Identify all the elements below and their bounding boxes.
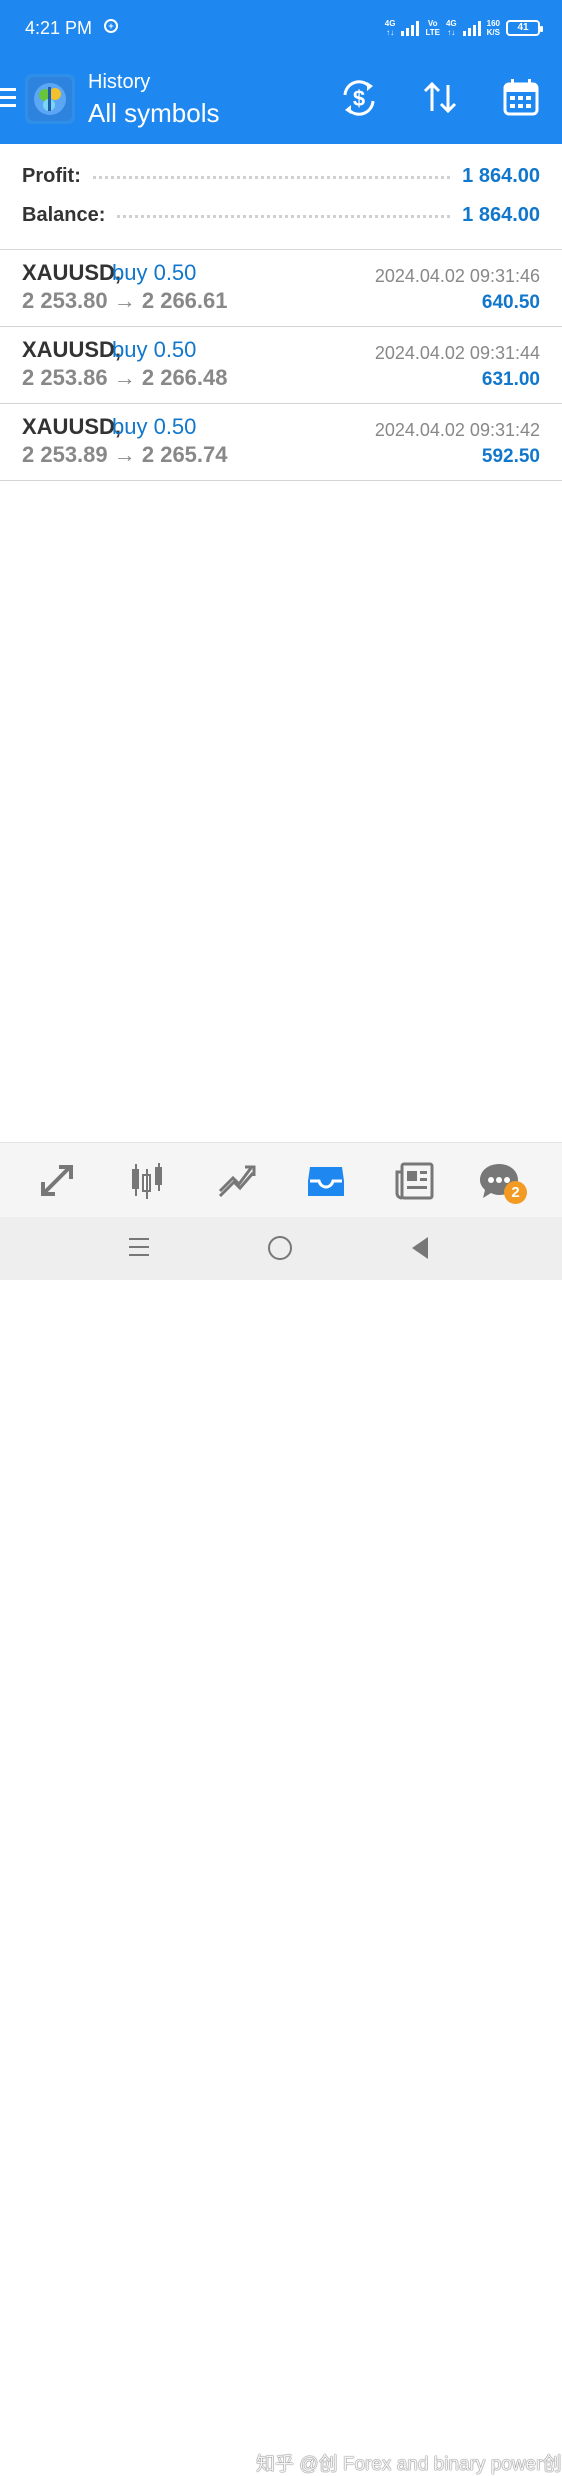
trade-side: buy 0.50 (112, 414, 197, 439)
trade-row[interactable]: XAUUSD, buy 0.50 2 253.80 → 2 266.61 202… (0, 250, 562, 327)
profit-label: Profit: (22, 164, 81, 187)
trade-icon[interactable] (212, 1156, 262, 1206)
news-icon[interactable] (391, 1156, 441, 1206)
chat-badge: 2 (504, 1181, 527, 1204)
calendar-icon[interactable] (498, 75, 544, 121)
quotes-icon[interactable] (32, 1156, 82, 1206)
volte-indicator: Vo LTE (425, 19, 440, 37)
sort-icon[interactable] (417, 75, 463, 121)
speed-indicator: 160 K/S (486, 19, 500, 37)
trade-side: buy 0.50 (112, 337, 197, 362)
trade-profit: 592.50 (481, 446, 540, 467)
status-time: 4:21 PM (25, 18, 93, 38)
network-indicator-1: 4G ↑↓ (384, 19, 396, 37)
currency-exchange-icon[interactable]: $ (336, 75, 382, 121)
signal-bars-2-icon (462, 20, 481, 36)
balance-value: 1 864.00 (462, 203, 540, 226)
status-indicators: 4G ↑↓ Vo LTE 4G ↑↓ 160 K/S 41 (384, 14, 543, 42)
back-icon[interactable] (412, 1237, 428, 1259)
account-summary: Profit: 1 864.00 Balance: 1 864.00 (0, 144, 562, 250)
bottom-navigation: 2 (0, 1142, 562, 1217)
trade-symbol: XAUUSD, (22, 414, 122, 439)
trade-row[interactable]: XAUUSD, buy 0.50 2 253.86 → 2 266.48 202… (0, 327, 562, 404)
watermark: 知乎 @创 Forex and binary power创 (256, 2454, 562, 2475)
battery-icon: 41 (506, 20, 543, 36)
trade-time: 2024.04.02 09:31:46 (374, 266, 540, 286)
menu-icon[interactable] (0, 88, 16, 110)
dotted-divider (92, 174, 451, 179)
signal-bars-1-icon (401, 20, 420, 36)
trade-prices: 2 253.89 → 2 265.74 (22, 442, 228, 467)
chart-icon[interactable] (122, 1156, 172, 1206)
status-bar: 4:21 PM + 4G ↑↓ Vo LTE 4G ↑↓ 160 K/S 41 (0, 0, 562, 58)
trade-symbol: XAUUSD, (22, 337, 122, 362)
trade-prices: 2 253.80 → 2 266.61 (22, 288, 228, 313)
history-icon[interactable] (301, 1156, 351, 1206)
app-logo[interactable] (25, 74, 75, 124)
recent-apps-icon[interactable] (129, 1238, 149, 1258)
symbol-filter-title[interactable]: All symbols (88, 98, 219, 129)
profit-row: Profit: 1 864.00 (22, 159, 540, 193)
trade-history-list: XAUUSD, buy 0.50 2 253.80 → 2 266.61 202… (0, 250, 562, 481)
chat-icon[interactable]: 2 (475, 1156, 527, 1206)
network-indicator-2: 4G ↑↓ (445, 19, 457, 37)
trade-profit: 631.00 (481, 369, 540, 390)
balance-label: Balance: (22, 203, 106, 226)
trade-prices: 2 253.86 → 2 266.48 (22, 365, 228, 390)
trade-symbol: XAUUSD, (22, 260, 122, 285)
svg-text:$: $ (353, 86, 365, 111)
balance-row: Balance: 1 864.00 (22, 198, 540, 232)
trade-side: buy 0.50 (112, 260, 197, 285)
profit-value: 1 864.00 (462, 164, 540, 187)
notification-icon: + (104, 19, 118, 33)
app-bar: History All symbols $ (0, 58, 562, 144)
home-icon[interactable] (268, 1236, 292, 1260)
trade-time: 2024.04.02 09:31:44 (374, 343, 540, 363)
system-navigation: 知乎 @创 Forex and binary power创 (0, 1217, 562, 2475)
page-title: History (88, 71, 151, 93)
trade-row[interactable]: XAUUSD, buy 0.50 2 253.89 → 2 265.74 202… (0, 404, 562, 481)
trade-time: 2024.04.02 09:31:42 (374, 420, 540, 440)
dotted-divider (117, 213, 451, 218)
trade-profit: 640.50 (481, 292, 540, 313)
metatrader-logo-icon (28, 77, 72, 121)
